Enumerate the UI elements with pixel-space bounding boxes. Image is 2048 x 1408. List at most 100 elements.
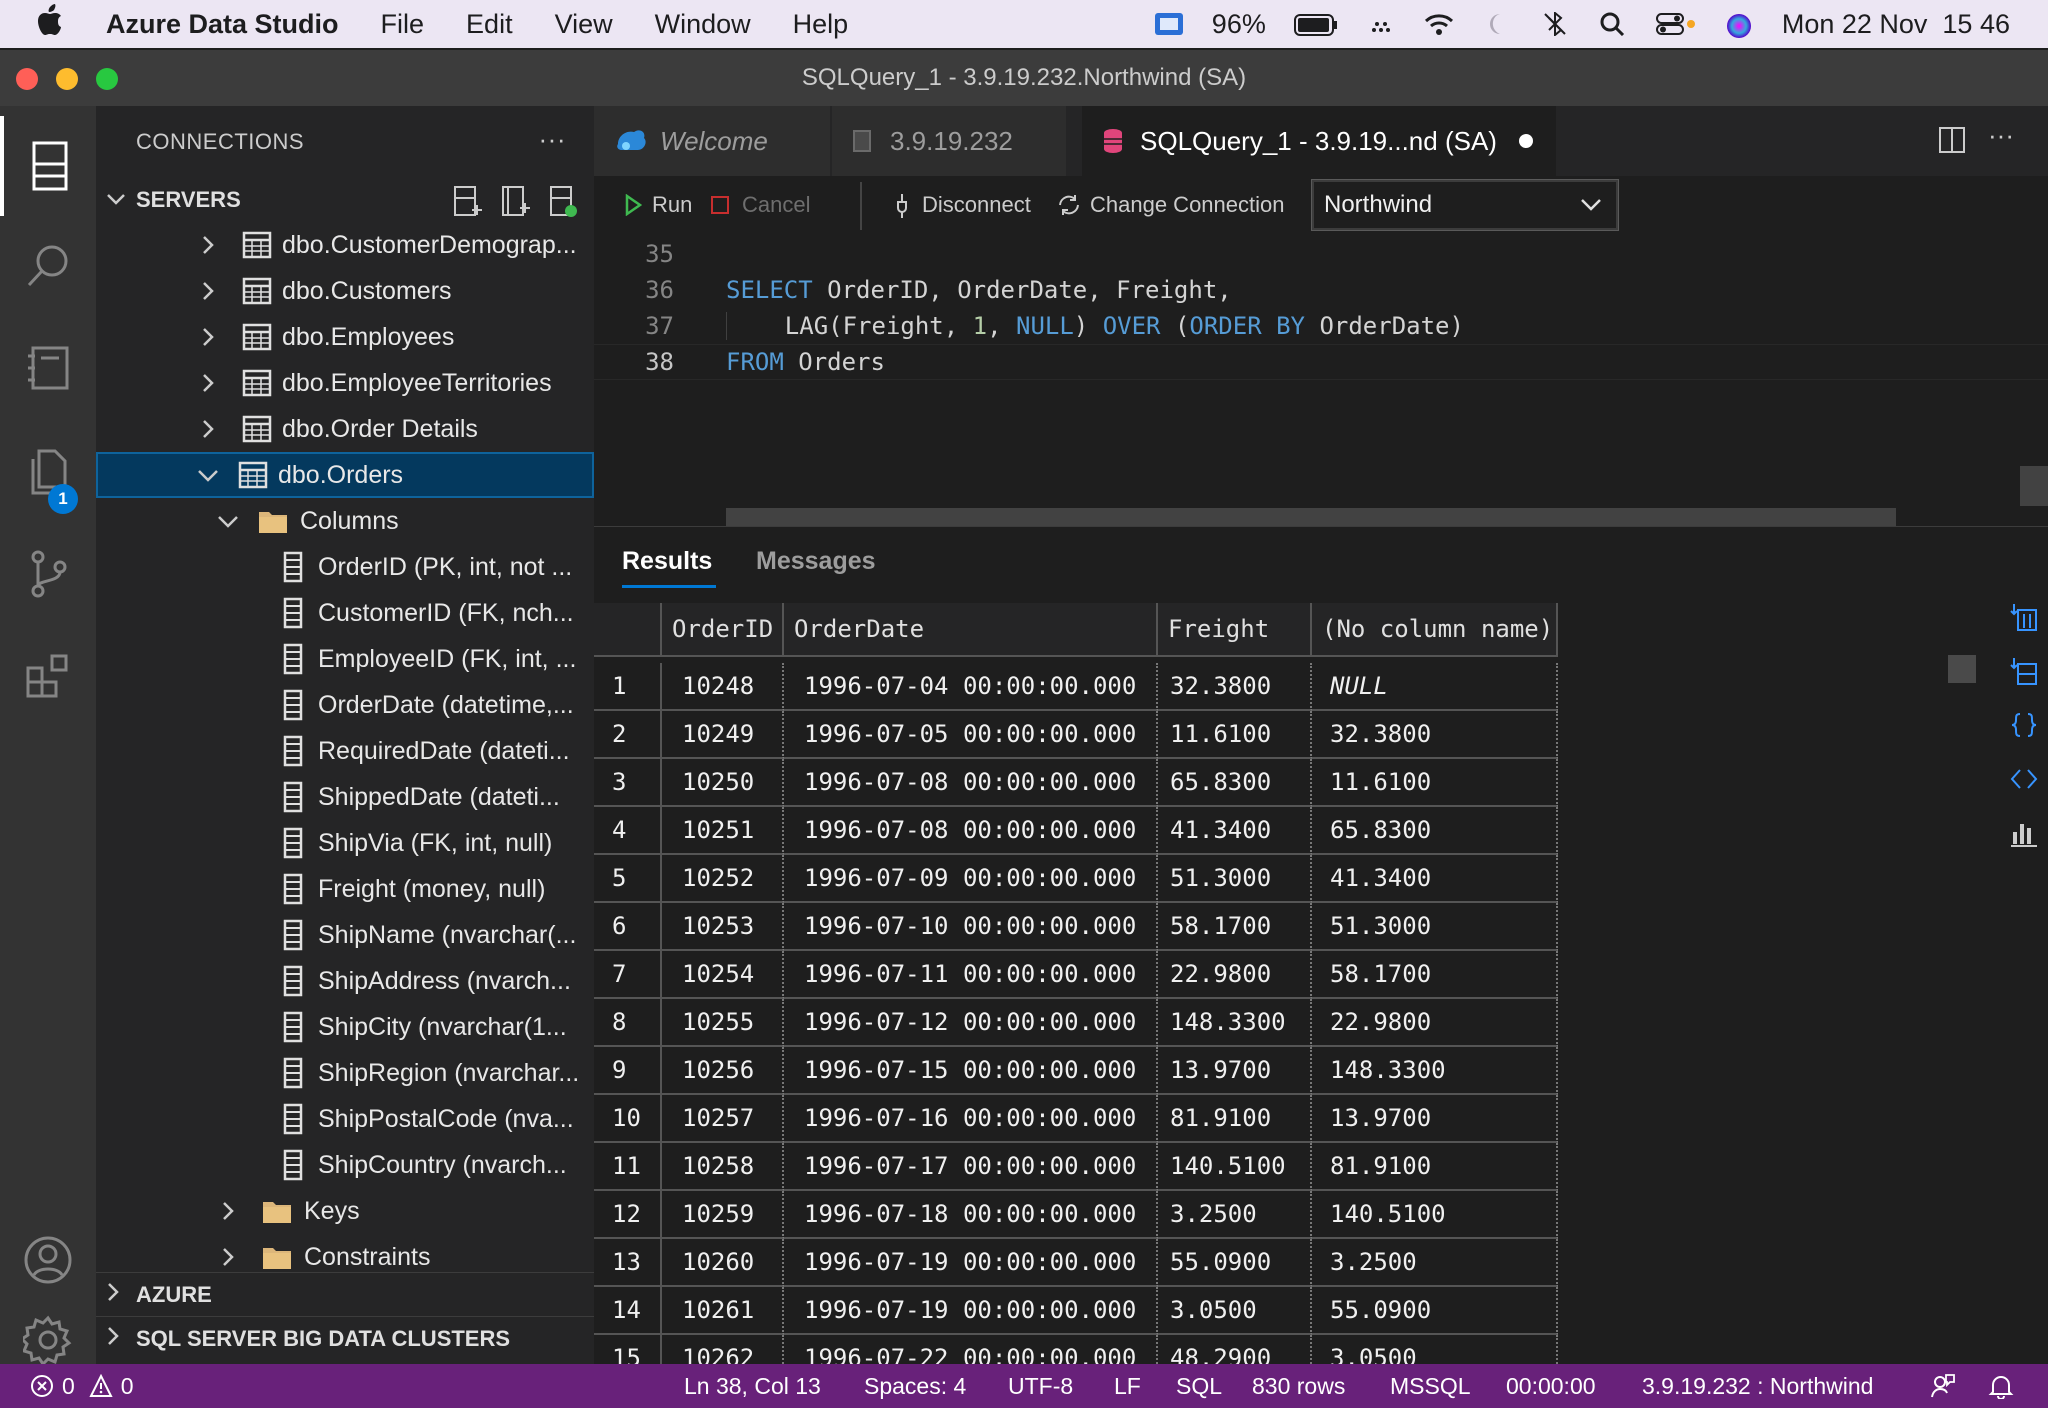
problems-indicator[interactable]: 0 0 — [30, 1364, 134, 1408]
activity-connections[interactable] — [0, 116, 96, 216]
menubar-clock[interactable]: Mon 22 Nov 15 46 — [1782, 9, 2010, 40]
grid-cell[interactable]: 81.9100 — [1312, 1143, 1558, 1191]
grid-header-orderdate[interactable]: OrderDate — [784, 603, 1158, 657]
grid-cell[interactable]: 65.8300 — [1158, 759, 1312, 807]
run-button[interactable]: Run — [624, 192, 692, 218]
chevron-down-icon[interactable] — [196, 463, 220, 487]
grid-cell[interactable]: 1996-07-15 00:00:00.000 — [784, 1047, 1158, 1095]
grid-cell[interactable]: 3.2500 — [1158, 1191, 1312, 1239]
zoom-window-button[interactable] — [96, 68, 118, 90]
table-row[interactable]: 1 10248 1996-07-04 00:00:00.000 32.3800 NULL — [594, 663, 1564, 711]
active-connections-button[interactable] — [548, 184, 578, 224]
table-row[interactable]: 2 10249 1996-07-05 00:00:00.000 11.6100 32.3… — [594, 711, 1564, 759]
tree-table-item[interactable]: dbo.EmployeeTerritories — [96, 360, 594, 406]
grid-cell[interactable]: 10260 — [662, 1239, 784, 1287]
grid-cell[interactable]: 140.5100 — [1158, 1143, 1312, 1191]
tree-table-item[interactable]: dbo.Customers — [96, 268, 594, 314]
grid-cell[interactable]: 22.9800 — [1158, 951, 1312, 999]
row-number-cell[interactable]: 9 — [594, 1047, 662, 1095]
battery-icon[interactable] — [1293, 12, 1338, 36]
chevron-right-icon[interactable] — [196, 279, 220, 303]
bluetooth-icon[interactable] — [1540, 10, 1570, 38]
grid-cell[interactable]: 51.3000 — [1158, 855, 1312, 903]
chevron-right-icon[interactable] — [196, 325, 220, 349]
grid-cell[interactable]: 10249 — [662, 711, 784, 759]
grid-cell[interactable]: 10254 — [662, 951, 784, 999]
table-row[interactable]: 13 10260 1996-07-19 00:00:00.000 55.0900 3.2… — [594, 1239, 1564, 1287]
tab-results[interactable]: Results — [622, 547, 712, 576]
grid-cell[interactable]: 10251 — [662, 807, 784, 855]
grid-cell[interactable]: 32.3800 — [1312, 711, 1558, 759]
tree-column-item[interactable]: ShipName (nvarchar(... — [96, 912, 594, 958]
row-number-cell[interactable]: 4 — [594, 807, 662, 855]
table-row[interactable]: 10 10257 1996-07-16 00:00:00.000 81.9100 13.… — [594, 1095, 1564, 1143]
vertical-scrollbar[interactable] — [2020, 466, 2048, 506]
tree-column-item[interactable]: RequiredDate (dateti... — [96, 728, 594, 774]
grid-cell[interactable]: 13.9700 — [1312, 1095, 1558, 1143]
chart-viewer-button[interactable] — [2006, 815, 2042, 851]
grid-cell[interactable]: 1996-07-08 00:00:00.000 — [784, 759, 1158, 807]
row-number-cell[interactable]: 13 — [594, 1239, 662, 1287]
chevron-right-icon[interactable] — [196, 417, 220, 441]
new-server-group-button[interactable] — [500, 184, 530, 224]
tree-column-item[interactable]: ShipVia (FK, int, null) — [96, 820, 594, 866]
table-row[interactable]: 14 10261 1996-07-19 00:00:00.000 3.0500 55.0… — [594, 1287, 1564, 1335]
tree-column-item[interactable]: ShipCountry (nvarch... — [96, 1142, 594, 1188]
activity-notebooks[interactable] — [0, 318, 96, 418]
menu-window[interactable]: Window — [655, 9, 751, 40]
grid-cell[interactable]: 10261 — [662, 1287, 784, 1335]
table-row[interactable]: 4 10251 1996-07-08 00:00:00.000 41.3400 65.8… — [594, 807, 1564, 855]
notifications-button[interactable] — [1988, 1364, 2014, 1408]
table-row[interactable]: 7 10254 1996-07-11 00:00:00.000 22.9800 58.1… — [594, 951, 1564, 999]
new-connection-button[interactable] — [452, 184, 482, 224]
tree-column-item[interactable]: ShipPostalCode (nva... — [96, 1096, 594, 1142]
row-number-cell[interactable]: 5 — [594, 855, 662, 903]
disconnect-button[interactable]: Disconnect — [894, 192, 1031, 218]
grid-header-orderid[interactable]: OrderID — [662, 603, 784, 657]
grid-cell[interactable]: 51.3000 — [1312, 903, 1558, 951]
tree-column-item[interactable]: ShippedDate (dateti... — [96, 774, 594, 820]
grid-cell[interactable]: 3.0500 — [1158, 1287, 1312, 1335]
grid-cell[interactable]: 11.6100 — [1158, 711, 1312, 759]
siri-icon[interactable] — [1724, 12, 1754, 38]
grid-cell[interactable]: 10250 — [662, 759, 784, 807]
row-number-cell[interactable]: 10 — [594, 1095, 662, 1143]
grid-cell[interactable]: 10259 — [662, 1191, 784, 1239]
grid-cell[interactable]: 81.9100 — [1158, 1095, 1312, 1143]
grid-cell[interactable]: 1996-07-19 00:00:00.000 — [784, 1239, 1158, 1287]
grid-cell[interactable]: 55.0900 — [1158, 1239, 1312, 1287]
grid-cell[interactable]: 1996-07-17 00:00:00.000 — [784, 1143, 1158, 1191]
grid-cell[interactable]: 1996-07-16 00:00:00.000 — [784, 1095, 1158, 1143]
table-row[interactable]: 8 10255 1996-07-12 00:00:00.000 148.3300 22.… — [594, 999, 1564, 1047]
save-as-json-button[interactable] — [2006, 707, 2042, 743]
tree-column-item[interactable]: OrderID (PK, int, not ... — [96, 544, 594, 590]
unsaved-dot-icon[interactable] — [1518, 134, 1533, 148]
grid-cell[interactable]: 1996-07-10 00:00:00.000 — [784, 903, 1158, 951]
grid-cell[interactable]: 58.1700 — [1312, 951, 1558, 999]
grid-cell[interactable]: 1996-07-19 00:00:00.000 — [784, 1287, 1158, 1335]
row-number-cell[interactable]: 7 — [594, 951, 662, 999]
grid-cell[interactable]: 1996-07-08 00:00:00.000 — [784, 807, 1158, 855]
tree-table-item[interactable]: dbo.Order Details — [96, 406, 594, 452]
row-number-cell[interactable]: 6 — [594, 903, 662, 951]
encoding[interactable]: UTF-8 — [1008, 1364, 1073, 1408]
chevron-right-icon[interactable] — [196, 233, 220, 257]
save-as-csv-button[interactable] — [2006, 599, 2042, 635]
close-window-button[interactable] — [16, 68, 38, 90]
grid-cell[interactable]: 22.9800 — [1312, 999, 1558, 1047]
chevron-right-icon[interactable] — [196, 371, 220, 395]
indentation[interactable]: Spaces: 4 — [864, 1364, 966, 1408]
tree-column-item[interactable]: ShipAddress (nvarch... — [96, 958, 594, 1004]
do-not-disturb-icon[interactable] — [1482, 12, 1512, 36]
menu-help[interactable]: Help — [793, 9, 849, 40]
activity-extensions[interactable] — [0, 626, 96, 726]
menu-file[interactable]: File — [381, 9, 425, 40]
save-as-excel-button[interactable] — [2006, 653, 2042, 689]
connection-info[interactable]: 3.9.19.232 : Northwind — [1642, 1364, 1873, 1408]
apple-menu-icon[interactable] — [38, 4, 78, 44]
language-mode[interactable]: SQL — [1176, 1364, 1222, 1408]
grid-cell[interactable]: 1996-07-04 00:00:00.000 — [784, 663, 1158, 711]
feedback-button[interactable] — [1930, 1364, 1956, 1408]
row-number-cell[interactable]: 3 — [594, 759, 662, 807]
bigdata-section-header[interactable]: SQL SERVER BIG DATA CLUSTERS — [96, 1316, 594, 1360]
